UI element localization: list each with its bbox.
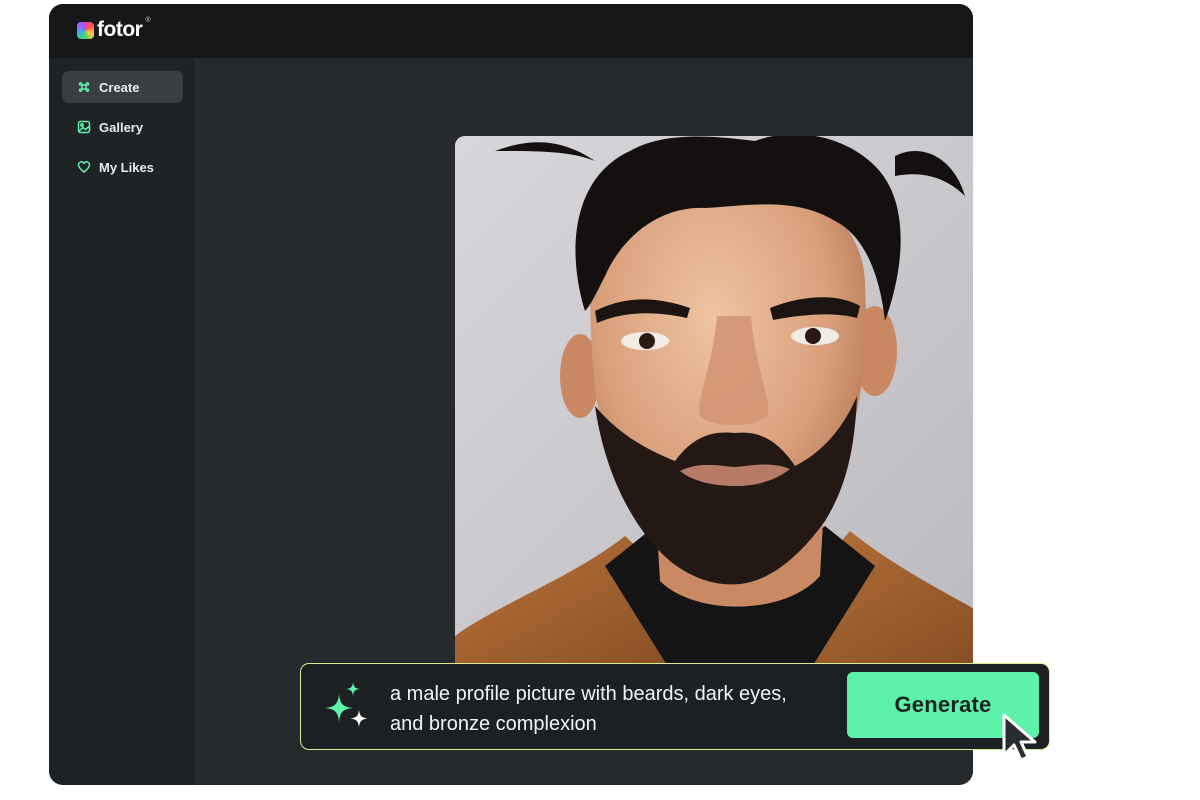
prompt-input[interactable]: a male profile picture with beards, dark… [390, 679, 820, 739]
logo-mark-icon [77, 21, 94, 39]
gallery-icon [77, 120, 91, 134]
prompt-bar: a male profile picture with beards, dark… [300, 663, 1050, 750]
sidebar-item-my-likes[interactable]: My Likes [62, 151, 183, 183]
sidebar: Create Gallery My Likes [49, 58, 195, 785]
top-bar: fotor ® [49, 4, 973, 58]
sparkle-icon [325, 682, 373, 732]
sidebar-item-gallery[interactable]: Gallery [62, 111, 183, 143]
sidebar-item-label: My Likes [99, 159, 154, 175]
logo-text: fotor [97, 18, 143, 41]
sidebar-item-create[interactable]: Create [62, 71, 183, 103]
mouse-pointer-icon [994, 695, 1044, 763]
heart-icon [77, 160, 91, 174]
sidebar-item-label: Gallery [99, 119, 144, 135]
command-icon [77, 80, 91, 94]
fotor-logo[interactable]: fotor ® [77, 17, 151, 41]
generated-portrait-image[interactable] [455, 136, 973, 694]
logo-registered-mark: ® [145, 17, 151, 24]
sidebar-item-label: Create [99, 79, 140, 95]
